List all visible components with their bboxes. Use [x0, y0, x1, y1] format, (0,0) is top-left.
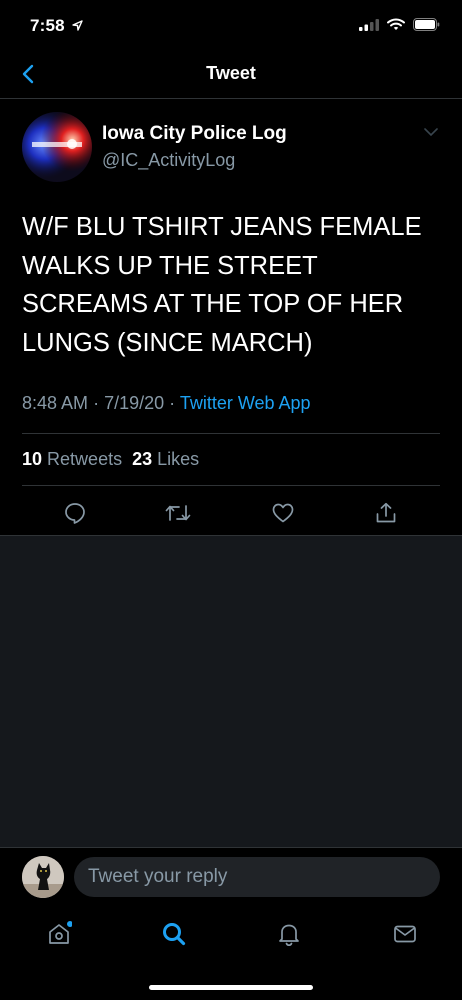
divider: [22, 485, 440, 486]
top-header: Tweet: [0, 48, 462, 99]
tweet-time: 8:48 AM: [22, 393, 89, 413]
mail-icon: [394, 925, 416, 943]
signal-icon: [359, 18, 379, 31]
tweet-stats: 10 Retweets 23 Likes: [22, 449, 199, 470]
author-avatar[interactable]: [22, 112, 92, 182]
tweet-text: W/F BLU TSHIRT JEANS FEMALE WALKS UP THE…: [22, 213, 422, 357]
heart-icon: [272, 503, 294, 523]
search-icon: [163, 923, 186, 946]
retweet-button[interactable]: [163, 500, 193, 526]
cat-avatar-image: [22, 856, 64, 898]
like-count: 23: [132, 449, 153, 469]
home-indicator[interactable]: [149, 985, 313, 990]
tab-home[interactable]: [42, 917, 76, 951]
retweets-stat[interactable]: 10 Retweets: [22, 449, 122, 469]
status-icons: [359, 18, 440, 31]
retweet-icon: [165, 505, 191, 521]
tweet-options-button[interactable]: [424, 124, 438, 142]
bell-icon: [279, 924, 299, 946]
tweet-date: 7/19/20: [104, 393, 165, 413]
retweet-count: 10: [22, 449, 43, 469]
tab-messages[interactable]: [388, 917, 422, 951]
reply-input[interactable]: [74, 857, 440, 897]
share-icon: [376, 502, 396, 523]
tab-notifications[interactable]: [272, 917, 306, 951]
page-title: Tweet: [206, 63, 256, 83]
author-display-name[interactable]: Iowa City Police Log: [102, 123, 287, 145]
notification-dot: [67, 921, 72, 927]
like-button[interactable]: [268, 500, 298, 526]
user-avatar[interactable]: [22, 856, 64, 898]
status-time: 7:58: [30, 16, 83, 36]
like-label: Likes: [157, 449, 200, 469]
tweet-meta: 8:48 AM · 7/19/20 · Twitter Web App: [22, 393, 311, 414]
location-arrow-icon: [72, 20, 83, 31]
home-icon: [49, 921, 72, 944]
share-button[interactable]: [371, 500, 401, 526]
comment-icon: [65, 503, 85, 524]
wifi-icon: [387, 18, 405, 30]
divider: [22, 433, 440, 434]
meta-separator: ·: [169, 393, 176, 413]
author-handle[interactable]: @IC_ActivityLog: [102, 150, 235, 171]
reply-button[interactable]: [60, 500, 90, 526]
likes-stat[interactable]: 23 Likes: [132, 449, 199, 469]
tab-search[interactable]: [157, 917, 191, 951]
meta-separator: ·: [93, 393, 105, 413]
battery-icon: [413, 18, 440, 31]
replies-area: [0, 535, 462, 848]
police-lights-avatar-image: [22, 112, 92, 182]
chevron-down-icon: [424, 128, 438, 137]
tweet-source-link[interactable]: Twitter Web App: [180, 393, 311, 413]
retweet-label: Retweets: [47, 449, 123, 469]
